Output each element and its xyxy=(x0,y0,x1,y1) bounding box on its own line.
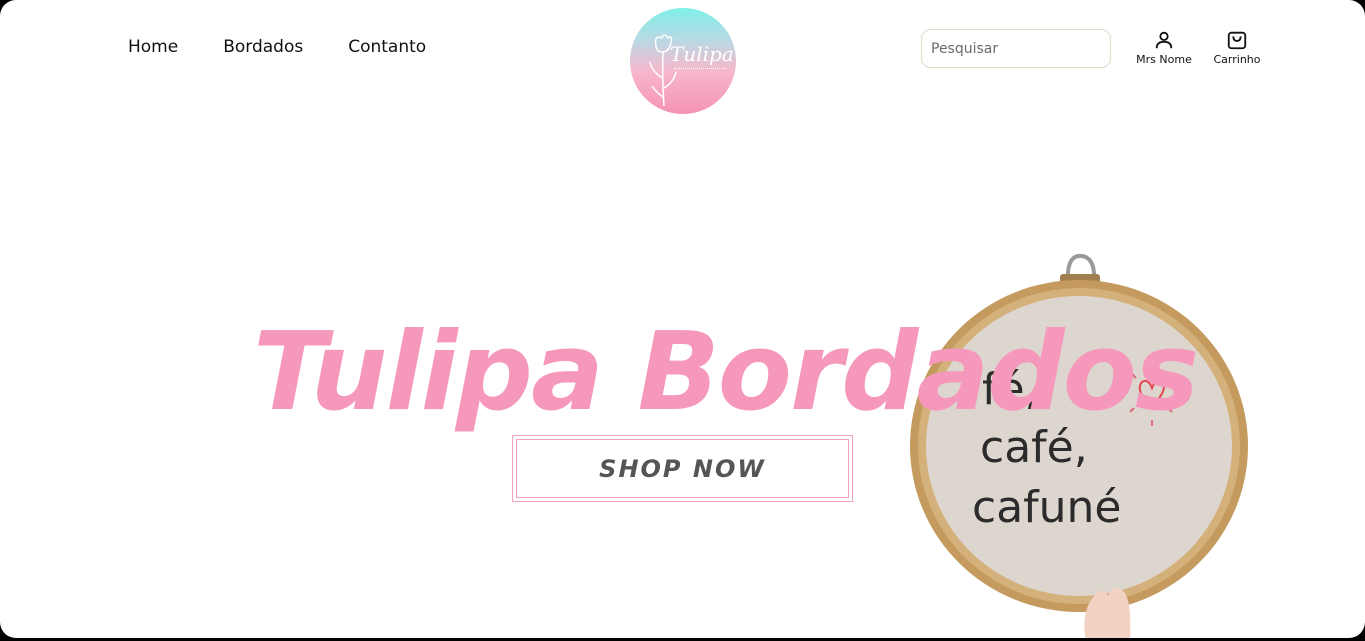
page: Home Bordados Contanto Tulipa Mrs Nome xyxy=(0,0,1365,638)
account-button[interactable]: Mrs Nome xyxy=(1134,29,1194,66)
shopping-bag-icon xyxy=(1227,31,1247,50)
nav-home[interactable]: Home xyxy=(128,37,178,57)
shop-now-label: SHOP NOW xyxy=(599,454,766,483)
account-label: Mrs Nome xyxy=(1136,53,1192,66)
search-input[interactable] xyxy=(921,29,1111,68)
hero-title: Tulipa Bordados xyxy=(253,310,1199,436)
user-icon xyxy=(1155,31,1173,49)
main-nav: Home Bordados Contanto xyxy=(128,37,471,57)
embroidery-line-3: cafuné xyxy=(972,482,1122,533)
logo-divider xyxy=(674,68,726,69)
nav-bordados[interactable]: Bordados xyxy=(223,37,303,57)
nav-contanto[interactable]: Contanto xyxy=(348,37,426,57)
logo[interactable]: Tulipa xyxy=(630,8,736,114)
shop-now-button[interactable]: SHOP NOW xyxy=(512,435,853,502)
cart-button[interactable]: Carrinho xyxy=(1211,29,1263,66)
logo-text: Tulipa xyxy=(670,42,734,66)
cart-label: Carrinho xyxy=(1213,53,1261,66)
